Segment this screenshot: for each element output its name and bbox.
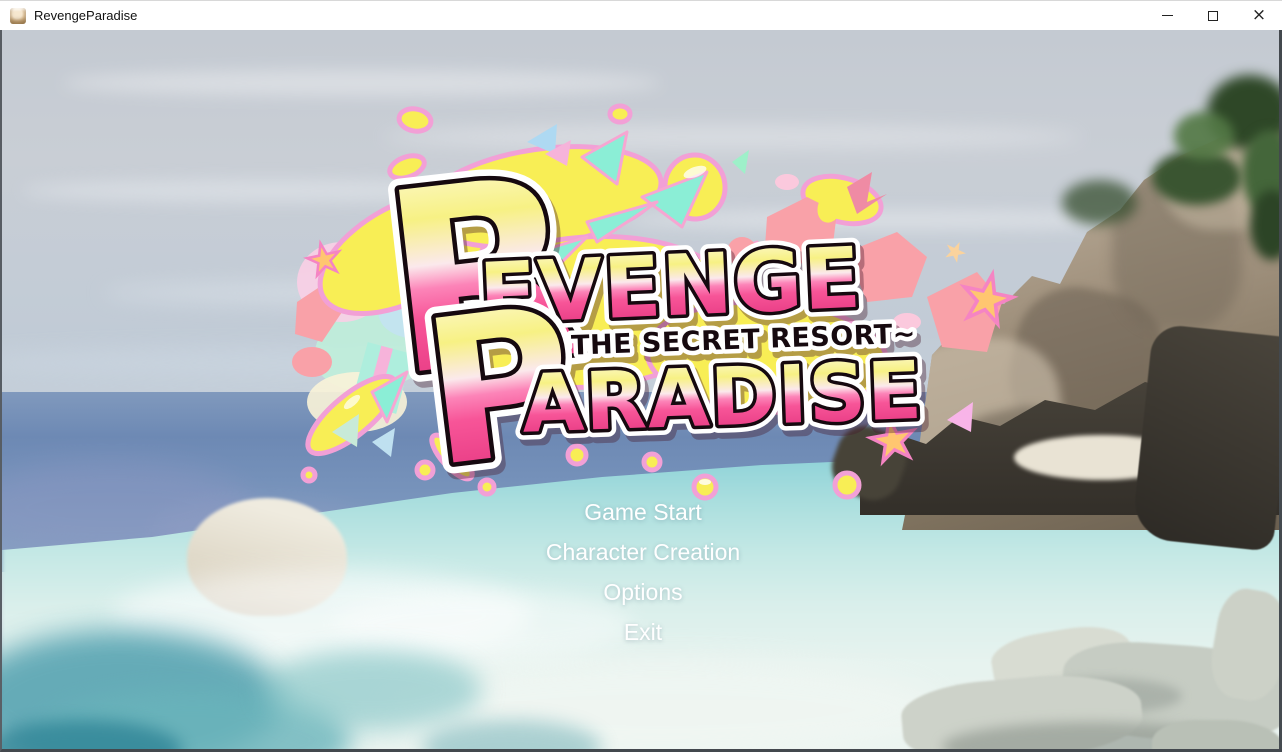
app-window: RevengeParadise × [0,0,1282,752]
close-button[interactable]: × [1236,1,1282,31]
close-icon: × [1252,7,1266,24]
window-icon[interactable] [10,8,26,24]
menu-item-game-start[interactable]: Game Start [2,492,1282,532]
window-title: RevengeParadise [34,8,137,23]
teal-water-patch [262,650,482,730]
menu-item-options[interactable]: Options [2,572,1282,612]
star-decoration [942,238,969,265]
cloud [62,70,662,96]
maximize-icon [1208,11,1218,21]
minimize-icon [1162,15,1173,16]
maximize-button[interactable] [1190,1,1236,31]
title-bar: RevengeParadise × [0,0,1282,30]
game-viewport: R R EVENGE EVENGE ~THE SECRET RESORT~ ~T… [0,30,1282,752]
vegetation [1062,180,1137,225]
logo-word-aradise: ARADISE [520,344,924,451]
main-menu: Game Start Character Creation Options Ex… [2,492,1282,652]
vegetation [1174,112,1234,160]
game-logo: R R EVENGE EVENGE ~THE SECRET RESORT~ ~T… [287,102,1017,502]
menu-item-exit[interactable]: Exit [2,612,1282,652]
menu-item-character-creation[interactable]: Character Creation [2,532,1282,572]
minimize-button[interactable] [1144,1,1190,31]
